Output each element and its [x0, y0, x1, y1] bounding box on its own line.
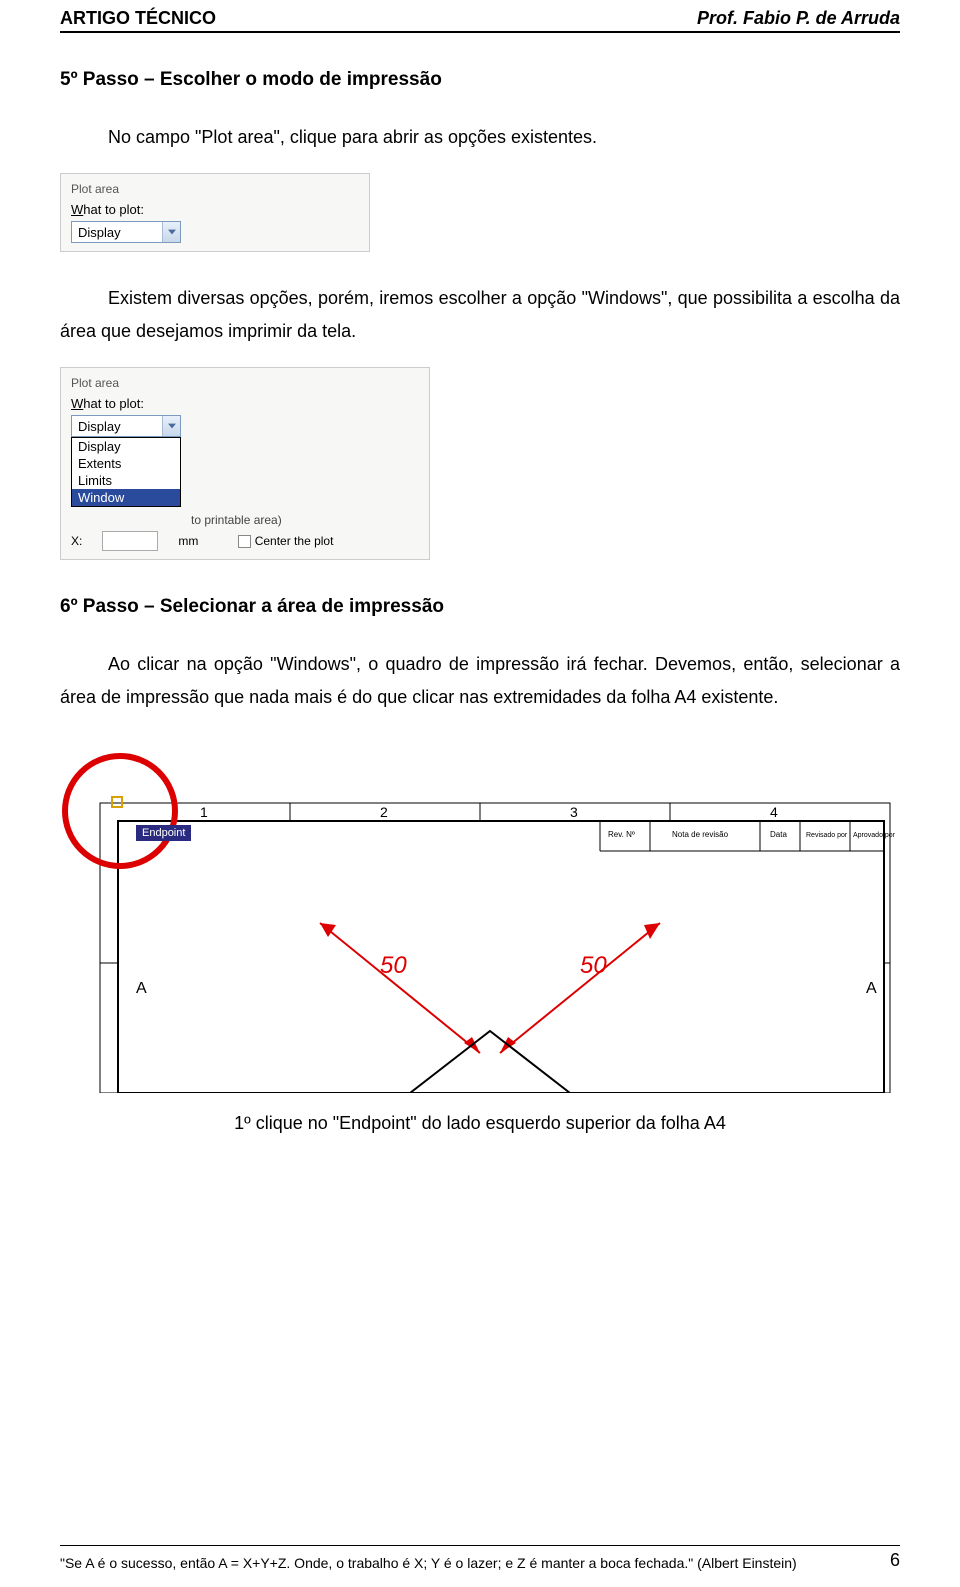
- select-value-open: Display: [72, 419, 162, 434]
- plotarea1-label: What to plot:: [71, 202, 359, 217]
- svg-text:A: A: [866, 980, 877, 997]
- what-to-plot-select-open[interactable]: Display: [71, 415, 181, 437]
- plotarea-screenshot-open: Plot area What to plot: Display Display …: [60, 367, 430, 560]
- svg-text:3: 3: [570, 804, 578, 820]
- chevron-down-icon[interactable]: [162, 222, 180, 242]
- step6-title: 6º Passo – Selecionar a área de impressã…: [60, 596, 900, 618]
- printable-area-text: to printable area): [191, 513, 282, 527]
- plotarea-screenshot-closed: Plot area What to plot: Display: [60, 173, 370, 252]
- page-number: 6: [890, 1550, 900, 1571]
- step5-p1: No campo "Plot area", clique para abrir …: [60, 121, 900, 153]
- a4-sheet-illustration: 50 50 1 2 3 4 Rev. Nº Nota de revisão Da…: [60, 743, 900, 1093]
- center-plot-checkbox[interactable]: [238, 535, 251, 548]
- dropdown-item-extents[interactable]: Extents: [72, 455, 180, 472]
- dim-50-left: 50: [380, 952, 407, 979]
- endpoint-badge: Endpoint: [136, 825, 191, 841]
- unit-mm: mm: [178, 534, 198, 548]
- header-left: ARTIGO TÉCNICO: [60, 8, 216, 29]
- chevron-down-icon[interactable]: [162, 416, 180, 436]
- select-value: Display: [72, 225, 162, 240]
- svg-text:1: 1: [200, 804, 208, 820]
- page-header: ARTIGO TÉCNICO Prof. Fabio P. de Arruda: [60, 0, 900, 33]
- center-plot-label: Center the plot: [255, 534, 334, 548]
- dropdown-item-display[interactable]: Display: [72, 438, 180, 455]
- step6-p1: Ao clicar na opção "Windows", o quadro d…: [60, 648, 900, 713]
- step5-p2: Existem diversas opções, porém, iremos e…: [60, 282, 900, 347]
- x-value-field[interactable]: [102, 531, 158, 551]
- x-label: X:: [71, 534, 82, 548]
- dim-50-right: 50: [580, 952, 607, 979]
- svg-text:Nota de revisão: Nota de revisão: [672, 830, 729, 839]
- plotarea2-group: Plot area: [71, 376, 419, 390]
- svg-text:4: 4: [770, 804, 778, 820]
- svg-text:Revisado por: Revisado por: [806, 832, 848, 839]
- svg-text:A: A: [136, 980, 147, 997]
- svg-text:Rev. Nº: Rev. Nº: [608, 830, 635, 839]
- plotarea1-group: Plot area: [71, 182, 359, 196]
- page-footer: "Se A é o sucesso, então A = X+Y+Z. Onde…: [60, 1545, 900, 1571]
- svg-text:Data: Data: [770, 830, 787, 839]
- svg-text:Aprovado por: Aprovado por: [853, 832, 896, 839]
- header-right: Prof. Fabio P. de Arruda: [697, 8, 900, 29]
- footer-quote: "Se A é o sucesso, então A = X+Y+Z. Onde…: [60, 1555, 797, 1571]
- dropdown-item-window[interactable]: Window: [72, 489, 180, 506]
- illustration-caption: 1º clique no "Endpoint" do lado esquerdo…: [60, 1113, 900, 1134]
- what-to-plot-dropdown[interactable]: Display Extents Limits Window: [71, 437, 181, 507]
- plotarea2-label: What to plot:: [71, 396, 419, 411]
- what-to-plot-select[interactable]: Display: [71, 221, 181, 243]
- svg-text:2: 2: [380, 804, 388, 820]
- step5-title: 5º Passo – Escolher o modo de impressão: [60, 69, 900, 91]
- dropdown-item-limits[interactable]: Limits: [72, 472, 180, 489]
